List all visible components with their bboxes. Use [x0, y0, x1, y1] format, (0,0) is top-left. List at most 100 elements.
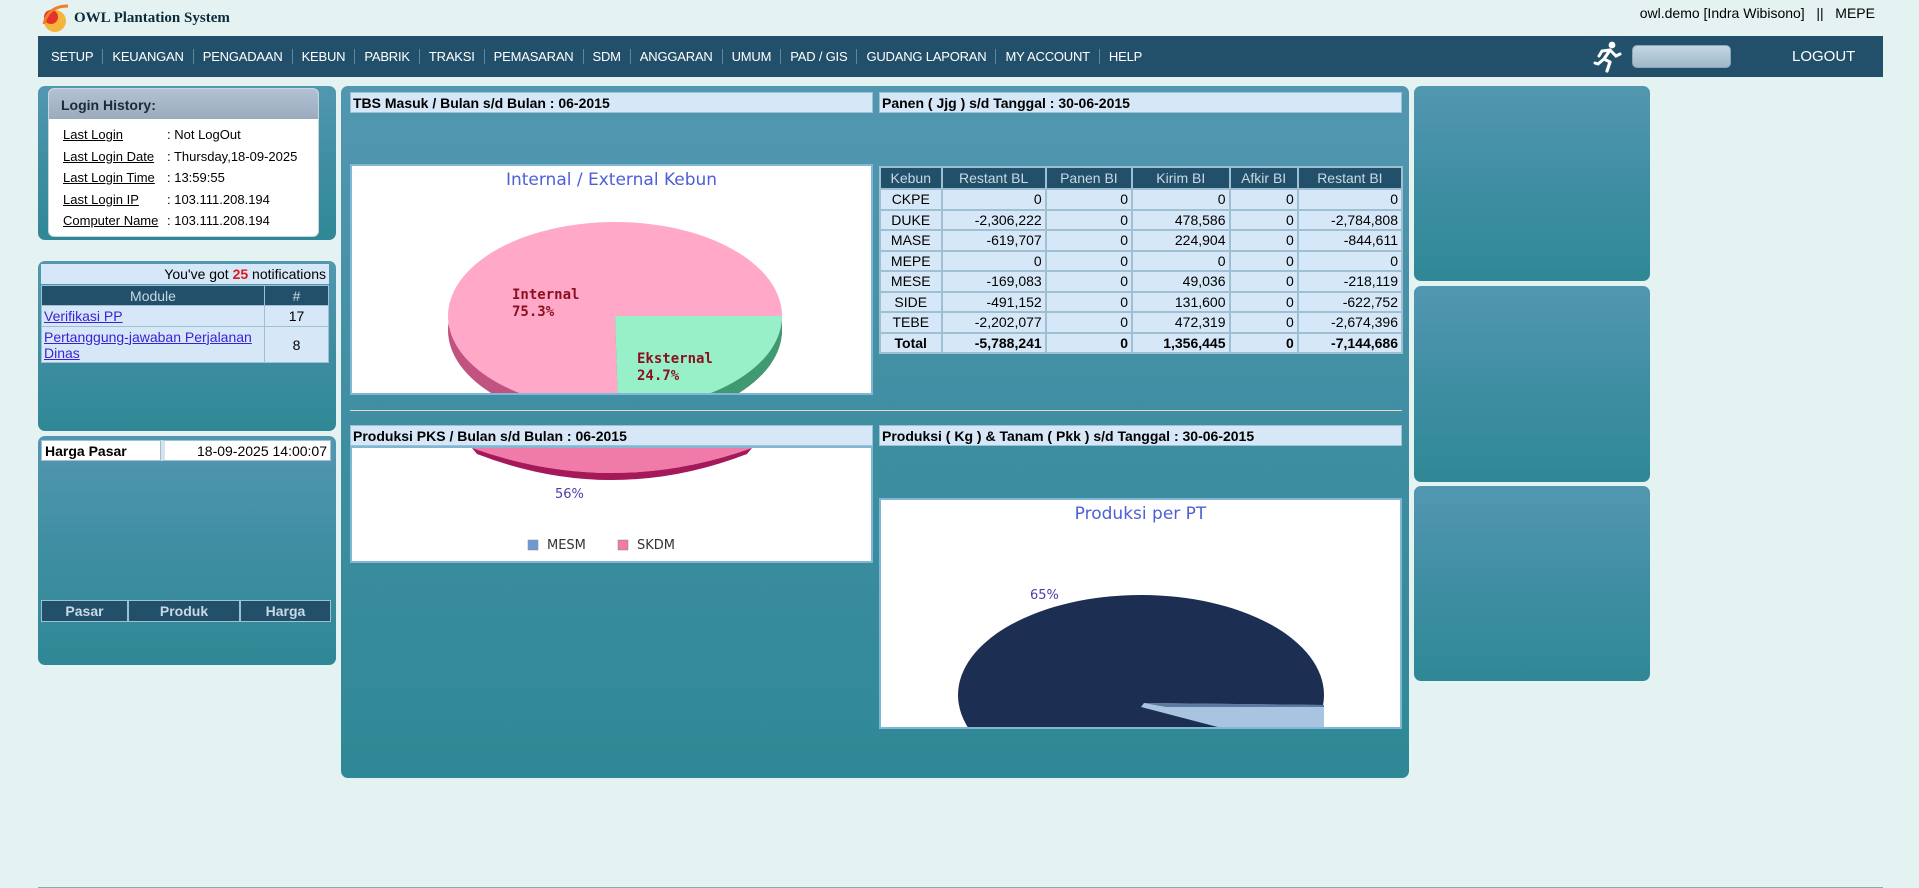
menu-item-pemasaran[interactable]: PEMASARAN [485, 49, 584, 64]
internal-external-chart: Internal / External Kebun Internal 75.3%… [350, 164, 873, 395]
main-menu-bar: SETUP KEUANGAN PENGADAAN KEBUN PABRIK TR… [38, 36, 1883, 77]
menu-item-kebun[interactable]: KEBUN [293, 49, 356, 64]
section-divider [350, 410, 1402, 411]
table-cell: 0 [1228, 249, 1299, 272]
login-row: Last Login Date: Thursday,18-09-2025 [63, 148, 298, 164]
col-afkir-bi: Afkir BI [1228, 166, 1299, 190]
col-pasar: Pasar [42, 601, 129, 621]
table-cell: -619,707 [940, 229, 1047, 252]
pie-label-eksternal-value: 24.7% [637, 368, 680, 384]
table-cell: -2,306,222 [940, 208, 1047, 231]
right-panel-middle [1414, 286, 1650, 482]
table-cell: 0 [1228, 331, 1299, 354]
col-restant-bl: Restant BL [940, 166, 1047, 190]
table-cell: MESE [879, 270, 943, 293]
notification-link-verifikasi-pp[interactable]: Verifikasi PP [41, 305, 265, 327]
table-cell: 0 [1228, 311, 1299, 334]
pie-label-internal: Internal [512, 287, 579, 303]
table-cell: -2,784,808 [1296, 208, 1404, 231]
table-cell: SIDE [879, 290, 943, 313]
login-row: Computer Name: 103.111.208.194 [63, 213, 270, 228]
pie-slice-skdm [472, 448, 752, 473]
pie-chart-internal-external: Internal 75.3% Eksternal 24.7% [448, 222, 782, 393]
menu-item-anggaran[interactable]: ANGGARAN [631, 49, 723, 64]
table-cell: 131,600 [1131, 290, 1231, 313]
harga-pasar-header: Harga Pasar 18-09-2025 14:00:07 [41, 440, 331, 461]
table-cell: MEPE [879, 249, 943, 272]
table-row: TEBE -2,202,077 0 472,319 0 -2,674,396 [879, 311, 1404, 334]
table-cell: MASE [879, 229, 943, 252]
table-cell: 478,586 [1131, 208, 1231, 231]
table-cell: 0 [1044, 311, 1134, 334]
table-cell: -169,083 [940, 270, 1047, 293]
search-input[interactable] [1632, 45, 1731, 68]
notification-link-perjalanan-dinas[interactable]: Pertanggung-jawaban Perjalanan Dinas [41, 326, 265, 363]
table-cell: 0 [1131, 249, 1231, 272]
pks-section-title: Produksi PKS / Bulan s/d Bulan : 06-2015 [350, 425, 873, 446]
produksi-pks-chart: 56% MESM SKDM [350, 446, 873, 563]
notification-count: 25 [232, 266, 249, 282]
table-cell: -491,152 [940, 290, 1047, 313]
table-cell: -2,202,077 [940, 311, 1047, 334]
col-count: # [264, 285, 329, 306]
pie-label-pks-percent: 56% [555, 487, 584, 502]
table-cell: 0 [1044, 229, 1134, 252]
table-cell: 0 [1044, 249, 1134, 272]
table-cell: 0 [1044, 331, 1134, 354]
col-kebun: Kebun [879, 166, 943, 190]
menu-item-traksi[interactable]: TRAKSI [420, 49, 485, 64]
main-menu: SETUP KEUANGAN PENGADAAN KEBUN PABRIK TR… [42, 36, 1151, 77]
table-cell: -622,752 [1296, 290, 1404, 313]
menu-item-help[interactable]: HELP [1100, 49, 1151, 64]
menu-item-umum[interactable]: UMUM [723, 49, 782, 64]
table-cell: 0 [1296, 188, 1404, 211]
table-cell: 0 [940, 188, 1047, 211]
table-row: MEPE 0 0 0 0 0 [879, 249, 1404, 272]
col-module: Module [41, 285, 265, 306]
app-title: OWL Plantation System [74, 10, 230, 26]
table-cell: 0 [1228, 188, 1299, 211]
legend-swatch-skdm [617, 539, 629, 551]
col-restant-bi: Restant BI [1296, 166, 1404, 190]
table-row: Pertanggung-jawaban Perjalanan Dinas 8 [41, 326, 329, 363]
table-cell: 0 [1296, 249, 1404, 272]
menu-item-pabrik[interactable]: PABRIK [355, 49, 420, 64]
table-row: CKPE 0 0 0 0 0 [879, 188, 1404, 211]
right-panel-bottom [1414, 486, 1650, 681]
menu-item-setup[interactable]: SETUP [42, 49, 104, 64]
harga-pasar-panel [38, 436, 336, 665]
table-cell: 49,036 [1131, 270, 1231, 293]
notifications-table: Module # Verifikasi PP 17 Pertanggung-ja… [41, 285, 329, 363]
table-cell: TEBE [879, 311, 943, 334]
table-cell: 1,356,445 [1131, 331, 1231, 354]
menu-item-pad-gis[interactable]: PAD / GIS [781, 49, 858, 64]
panen-section-title: Panen ( Jjg ) s/d Tanggal : 30-06-2015 [879, 92, 1402, 113]
table-cell: 0 [1044, 270, 1134, 293]
produksi-section-title: Produksi ( Kg ) & Tanam ( Pkk ) s/d Tang… [879, 425, 1402, 446]
app-header: OWL Plantation System owl.demo [Indra Wi… [0, 0, 1919, 36]
table-cell: -2,674,396 [1296, 311, 1404, 334]
table-cell: 0 [1228, 270, 1299, 293]
menu-item-my-account[interactable]: MY ACCOUNT [996, 49, 1100, 64]
table-row: MASE -619,707 0 224,904 0 -844,611 [879, 229, 1404, 252]
menu-item-gudang-laporan[interactable]: GUDANG LAPORAN [857, 49, 997, 64]
menu-item-sdm[interactable]: SDM [584, 49, 631, 64]
pie-label-internal-value: 75.3% [512, 304, 555, 320]
col-kirim-bi: Kirim BI [1131, 166, 1231, 190]
table-cell: Total [879, 331, 943, 354]
right-panel-top [1414, 86, 1650, 281]
harga-pasar-datetime: 18-09-2025 14:00:07 [161, 440, 331, 461]
logout-button[interactable]: LOGOUT [1792, 48, 1855, 65]
table-cell: CKPE [879, 188, 943, 211]
menu-item-keuangan[interactable]: KEUANGAN [103, 49, 194, 64]
table-row: DUKE -2,306,222 0 478,586 0 -2,784,808 [879, 208, 1404, 231]
menu-item-pengadaan[interactable]: PENGADAAN [194, 49, 293, 64]
col-produk: Produk [129, 601, 241, 621]
table-cell: 0 [1044, 290, 1134, 313]
running-man-icon[interactable] [1591, 39, 1624, 73]
pie-label-eksternal: Eksternal [637, 351, 713, 367]
col-panen-bi: Panen BI [1044, 166, 1134, 190]
table-cell: 0 [1228, 229, 1299, 252]
table-cell: 0 [1228, 290, 1299, 313]
table-cell: 0 [1044, 208, 1134, 231]
